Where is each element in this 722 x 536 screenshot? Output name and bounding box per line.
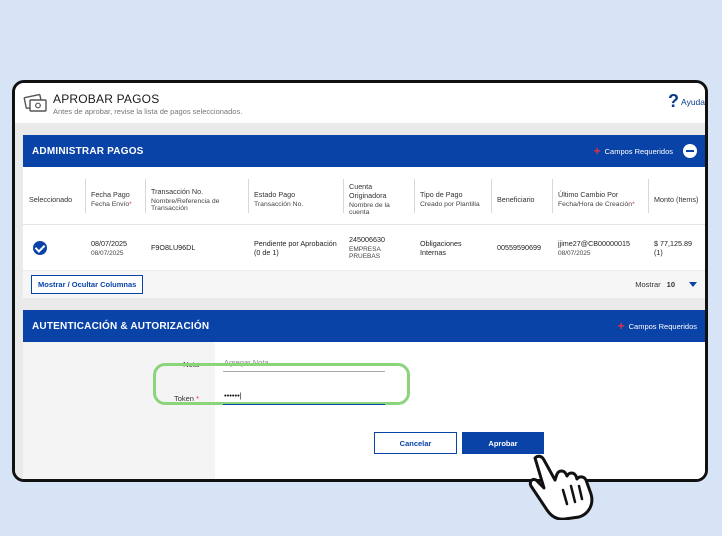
column-header[interactable]: Cuenta Originadora Nombre de la cuenta — [343, 167, 414, 224]
toggle-columns-button[interactable]: Mostrar / Ocultar Columnas — [31, 275, 144, 294]
payment-status: Pendiente por Aprobación (0 de 1) — [254, 238, 337, 257]
table-header: Seleccionado Fecha Pago Fecha Envío* Tran… — [23, 167, 705, 225]
column-header[interactable]: Seleccionado — [23, 167, 85, 224]
required-fields-note: + Campos Requeridos — [618, 320, 697, 332]
cancel-button[interactable]: Cancelar — [374, 432, 457, 454]
token-input[interactable]: ••••••| — [223, 391, 385, 405]
page-content: ADMINISTRAR PAGOS + Campos Requeridos Se… — [15, 123, 705, 479]
column-header[interactable]: Estado Pago Transacción No. — [248, 167, 343, 224]
account-name: EMPRESA PRUEBAS — [349, 246, 381, 260]
required-fields-label: Campos Requeridos — [628, 321, 697, 331]
panel-title: ADMINISTRAR PAGOS — [32, 145, 144, 157]
help-link[interactable]: ? Ayuda — [668, 91, 705, 112]
pointer-hand-icon — [528, 454, 594, 520]
chevron-down-icon[interactable] — [689, 282, 697, 287]
app-window: APROBAR PAGOS Antes de aprobar, revise l… — [12, 80, 708, 482]
help-icon: ? — [668, 91, 680, 111]
column-header[interactable]: Último Cambio Por Fecha/Hora de Creación* — [552, 167, 648, 224]
column-header[interactable]: Transacción No. Nombre/Referencia de Tran… — [145, 167, 248, 224]
page-size-value: 10 — [666, 280, 675, 289]
payment-type: Obligaciones Internas — [420, 238, 462, 257]
page-size-selector[interactable]: Mostrar 10 — [635, 280, 697, 289]
column-header[interactable]: Monto (Items) — [648, 167, 705, 224]
token-label: Token * — [173, 394, 199, 403]
help-label: Ayuda — [681, 96, 705, 107]
send-date: 08/07/2025 — [91, 249, 124, 257]
payments-icon — [23, 93, 47, 112]
required-star-icon: + — [617, 319, 625, 333]
manage-payments-panel: ADMINISTRAR PAGOS + Campos Requeridos Se… — [23, 135, 705, 298]
page-title: APROBAR PAGOS — [53, 92, 160, 106]
page-header: APROBAR PAGOS Antes de aprobar, revise l… — [15, 83, 705, 123]
transaction-number: F9O8LU96DL — [151, 243, 196, 252]
required-star-icon: + — [593, 144, 601, 158]
last-changed-by: jjime27@CB00000015 — [558, 238, 631, 248]
column-header[interactable]: Tipo de Pago Creado por Plantilla — [414, 167, 491, 224]
amount: $ 77,125.89 (1) — [654, 238, 692, 257]
origin-account: 245006630 — [349, 235, 385, 244]
beneficiary: 00559590699 — [497, 243, 541, 252]
panel-title: AUTENTICACIÓN & AUTORIZACIÓN — [32, 320, 210, 332]
auth-header: AUTENTICACIÓN & AUTORIZACIÓN + Campos Re… — [23, 310, 705, 342]
manage-payments-header: ADMINISTRAR PAGOS + Campos Requeridos — [23, 135, 705, 167]
required-fields-note: + Campos Requeridos — [594, 144, 697, 158]
payment-date: 08/07/2025 — [91, 238, 127, 248]
page-subtitle: Antes de aprobar, revise la lista de pag… — [53, 107, 243, 116]
selected-checkbox[interactable] — [33, 240, 47, 255]
show-label: Mostrar — [635, 280, 661, 289]
column-header[interactable]: Beneficiario — [491, 167, 552, 224]
collapse-icon[interactable] — [683, 144, 697, 158]
required-fields-label: Campos Requeridos — [604, 146, 673, 156]
column-header[interactable]: Fecha Pago Fecha Envío* — [85, 167, 145, 224]
table-row[interactable]: 08/07/2025 08/07/2025 F9O8LU96DL Pendient… — [23, 225, 705, 271]
creation-date: 08/07/2025 — [558, 249, 591, 257]
table-footer: Mostrar / Ocultar Columnas Mostrar 10 — [23, 271, 705, 298]
approve-button[interactable]: Aprobar — [462, 432, 544, 454]
auth-panel: AUTENTICACIÓN & AUTORIZACIÓN + Campos Re… — [23, 310, 705, 479]
